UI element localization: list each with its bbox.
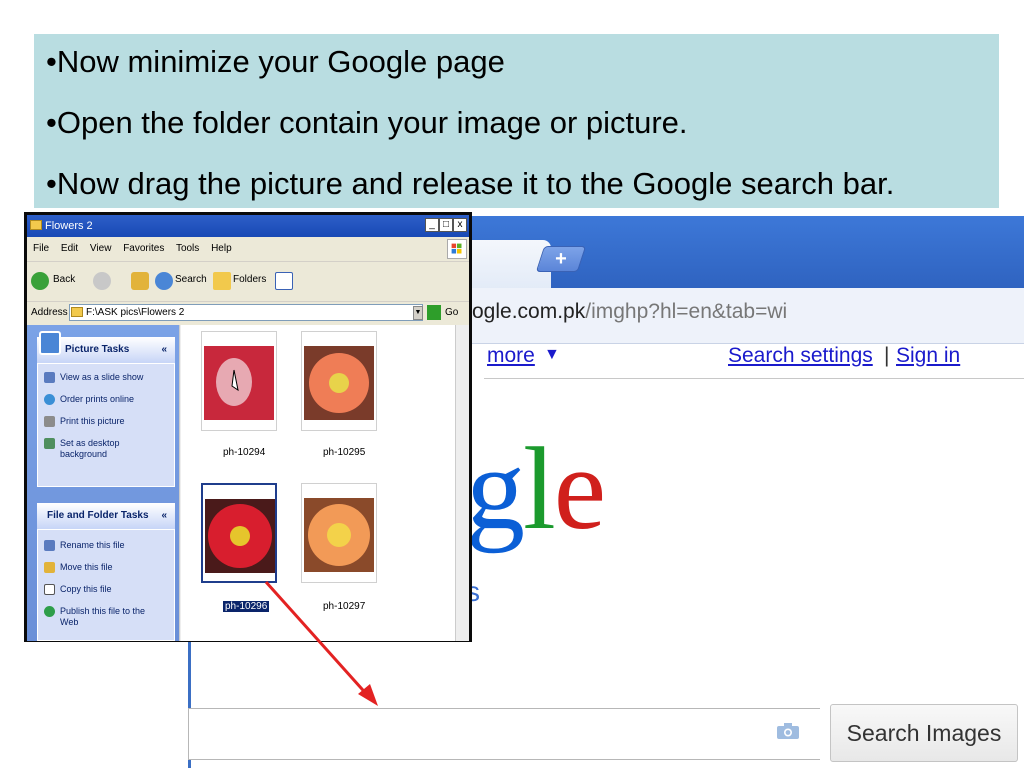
drag-arrow [264, 580, 378, 706]
slide: •Now minimize your Google page •Open the… [0, 0, 1024, 768]
drag-arrow-line [264, 580, 372, 700]
